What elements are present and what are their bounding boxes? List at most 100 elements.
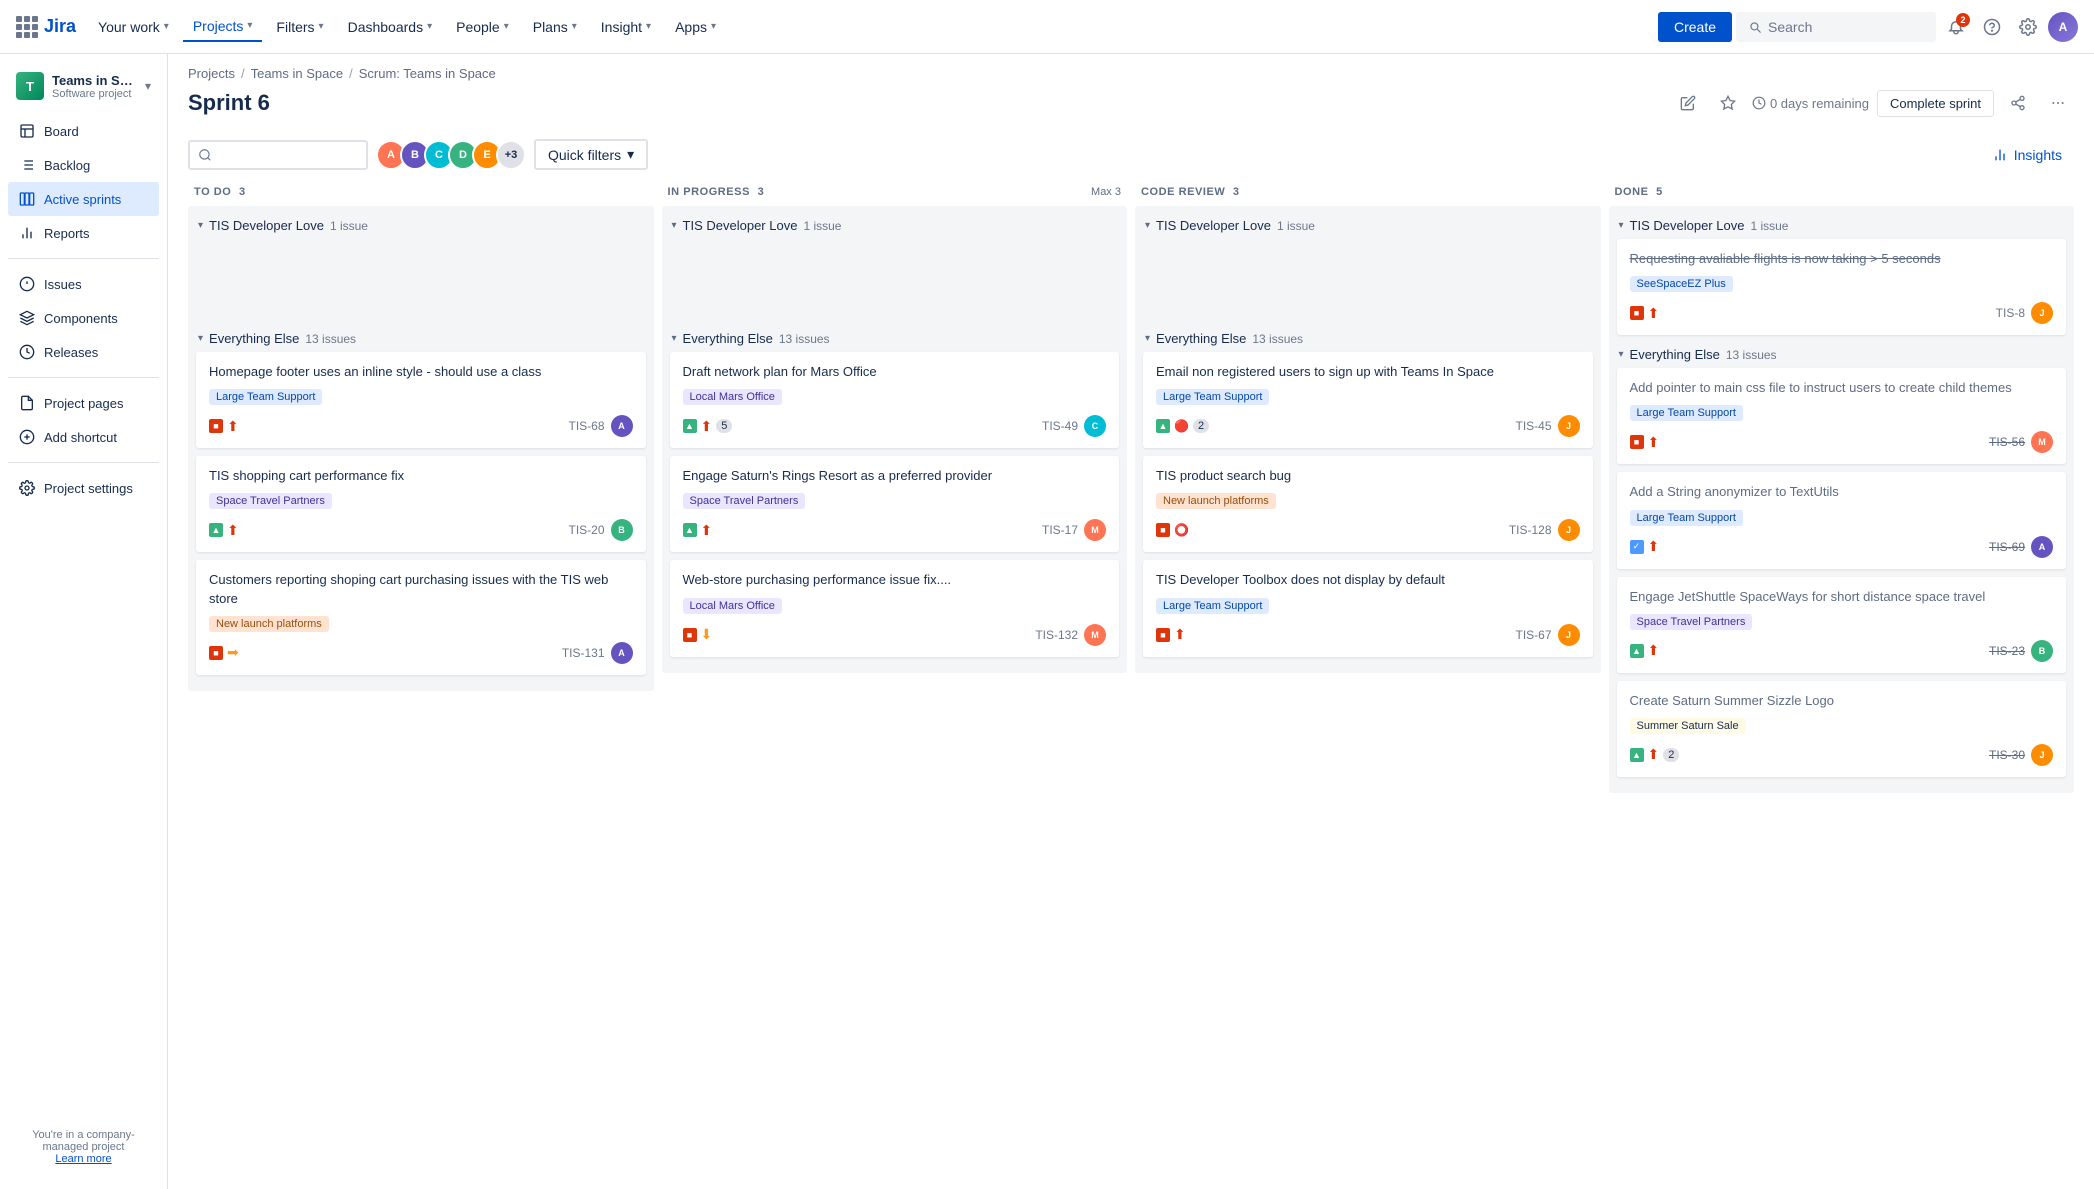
share-icon[interactable] <box>2002 87 2034 119</box>
card-TIS-45[interactable]: Email non registered users to sign up wi… <box>1143 352 1593 448</box>
insight-menu[interactable]: Insight ▾ <box>591 13 661 41</box>
edit-icon[interactable] <box>1672 87 1704 119</box>
search-input[interactable] <box>1768 19 1908 35</box>
column-max: Max 3 <box>1091 186 1121 198</box>
board-search-input[interactable] <box>218 147 358 163</box>
sprint-section-everything-else-done: ▾ Everything Else 13 issues Add pointer … <box>1617 343 2067 777</box>
card-TIS-49[interactable]: Draft network plan for Mars Office Local… <box>670 352 1120 448</box>
card-id: TIS-132 <box>1035 628 1078 642</box>
card-TIS-128[interactable]: TIS product search bug New launch platfo… <box>1143 456 1593 552</box>
avatar-count[interactable]: +3 <box>496 140 526 170</box>
card-id: TIS-56 <box>1989 435 2025 449</box>
filters-menu[interactable]: Filters ▾ <box>266 13 333 41</box>
board-search[interactable] <box>188 140 368 170</box>
star-icon[interactable] <box>1712 87 1744 119</box>
column-body-todo: ▾ TIS Developer Love 1 issue ▾ Everythin… <box>188 206 654 691</box>
sidebar-item-issues[interactable]: Issues <box>8 267 159 301</box>
insights-button[interactable]: Insights <box>1980 142 2074 168</box>
assignee-avatar: C <box>1084 415 1106 437</box>
sprint-section-header-else[interactable]: ▾ Everything Else 13 issues <box>670 327 1120 352</box>
releases-icon <box>18 343 36 361</box>
notifications-button[interactable]: 2 <box>1940 11 1972 43</box>
project-icon: T <box>16 72 44 100</box>
people-menu[interactable]: People ▾ <box>446 13 519 41</box>
card-TIS-132[interactable]: Web-store purchasing performance issue f… <box>670 560 1120 656</box>
priority-high-icon: ⬆ <box>701 418 713 435</box>
bug-icon: ■ <box>209 646 223 660</box>
chevron-down-icon: ▾ <box>427 21 432 32</box>
settings-button[interactable] <box>2012 11 2044 43</box>
card-TIS-17[interactable]: Engage Saturn's Rings Resort as a prefer… <box>670 456 1120 552</box>
sprint-section-header-else[interactable]: ▾ Everything Else 13 issues <box>196 327 646 352</box>
dashboards-menu[interactable]: Dashboards ▾ <box>338 13 443 41</box>
search-icon <box>198 148 212 162</box>
column-header-inprogress: IN PROGRESS 3 Max 3 <box>662 178 1128 206</box>
chevron-icon: ▾ <box>672 220 677 231</box>
card-TIS-8[interactable]: Requesting avaliable flights is now taki… <box>1617 239 2067 335</box>
breadcrumb-scrum[interactable]: Scrum: Teams in Space <box>359 66 496 81</box>
column-done: DONE 5 ▾ TIS Developer Love 1 issue Requ… <box>1609 178 2075 793</box>
card-TIS-131[interactable]: Customers reporting shoping cart purchas… <box>196 560 646 674</box>
learn-more-link[interactable]: Learn more <box>55 1153 111 1165</box>
sidebar-item-components[interactable]: Components <box>8 301 159 335</box>
create-button[interactable]: Create <box>1658 12 1732 42</box>
sprint-section-header-else[interactable]: ▾ Everything Else 13 issues <box>1617 343 2067 368</box>
chevron-down-icon: ▾ <box>319 21 324 32</box>
sprint-section-header-else[interactable]: ▾ Everything Else 13 issues <box>1143 327 1593 352</box>
reports-icon <box>18 224 36 242</box>
your-work-menu[interactable]: Your work ▾ <box>88 13 179 41</box>
chevron-down-icon: ▾ <box>646 21 651 32</box>
card-id: TIS-128 <box>1509 523 1552 537</box>
empty-area <box>1143 239 1593 319</box>
card-TIS-20[interactable]: TIS shopping cart performance fix Space … <box>196 456 646 552</box>
sidebar-item-board[interactable]: Board <box>8 114 159 148</box>
main-layout: T Teams in Space Software project ▾ Boar… <box>0 54 2094 1189</box>
complete-sprint-button[interactable]: Complete sprint <box>1877 90 1994 117</box>
breadcrumb-projects[interactable]: Projects <box>188 66 235 81</box>
clock-icon <box>1752 96 1766 110</box>
sidebar-item-project-settings[interactable]: Project settings <box>8 471 159 505</box>
issues-icon <box>18 275 36 293</box>
sidebar-item-releases[interactable]: Releases <box>8 335 159 369</box>
sidebar-item-active-sprints[interactable]: Active sprints <box>8 182 159 216</box>
breadcrumb-teams-in-space[interactable]: Teams in Space <box>251 66 344 81</box>
sidebar-item-reports[interactable]: Reports <box>8 216 159 250</box>
apps-menu[interactable]: Apps ▾ <box>665 13 726 41</box>
projects-menu[interactable]: Projects ▾ <box>183 12 263 42</box>
quick-filters-button[interactable]: Quick filters ▾ <box>534 139 648 170</box>
sprint-section-header[interactable]: ▾ TIS Developer Love 1 issue <box>196 214 646 239</box>
more-options-icon[interactable] <box>2042 87 2074 119</box>
priority-high-icon: ⬆ <box>701 522 713 539</box>
assignee-avatar: M <box>1084 519 1106 541</box>
chevron-down-icon: ▾ <box>164 21 169 32</box>
assignee-avatar: M <box>2031 431 2053 453</box>
sprint-section-header[interactable]: ▾ TIS Developer Love 1 issue <box>1617 214 2067 239</box>
card-label: Large Team Support <box>1156 389 1269 405</box>
assignee-avatar: B <box>611 519 633 541</box>
card-TIS-56[interactable]: Add pointer to main css file to instruct… <box>1617 368 2067 464</box>
card-label: Large Team Support <box>209 389 322 405</box>
sidebar-item-add-shortcut[interactable]: Add shortcut <box>8 420 159 454</box>
priority-high-icon: ⬆ <box>1648 746 1660 763</box>
sidebar-item-project-pages[interactable]: Project pages <box>8 386 159 420</box>
app-logo[interactable]: Jira <box>16 16 76 38</box>
chevron-icon: ▾ <box>198 333 203 344</box>
sidebar-collapse-button[interactable]: ▾ <box>145 79 151 93</box>
card-title: Requesting avaliable flights is now taki… <box>1630 250 2054 268</box>
card-TIS-69[interactable]: Add a String anonymizer to TextUtils Lar… <box>1617 472 2067 568</box>
user-avatar[interactable]: A <box>2048 12 2078 42</box>
card-title: Engage JetShuttle SpaceWays for short di… <box>1630 588 2054 606</box>
card-label: New launch platforms <box>1156 493 1276 509</box>
card-TIS-23[interactable]: Engage JetShuttle SpaceWays for short di… <box>1617 577 2067 673</box>
card-TIS-67[interactable]: TIS Developer Toolbox does not display b… <box>1143 560 1593 656</box>
plans-menu[interactable]: Plans ▾ <box>523 13 587 41</box>
global-search[interactable] <box>1736 12 1936 42</box>
sprint-section-header[interactable]: ▾ TIS Developer Love 1 issue <box>670 214 1120 239</box>
help-button[interactable] <box>1976 11 2008 43</box>
card-id: TIS-30 <box>1989 748 2025 762</box>
card-TIS-30[interactable]: Create Saturn Summer Sizzle Logo Summer … <box>1617 681 2067 777</box>
sprint-section-header[interactable]: ▾ TIS Developer Love 1 issue <box>1143 214 1593 239</box>
sidebar: T Teams in Space Software project ▾ Boar… <box>0 54 168 1189</box>
sidebar-item-backlog[interactable]: Backlog <box>8 148 159 182</box>
card-TIS-68[interactable]: Homepage footer uses an inline style - s… <box>196 352 646 448</box>
